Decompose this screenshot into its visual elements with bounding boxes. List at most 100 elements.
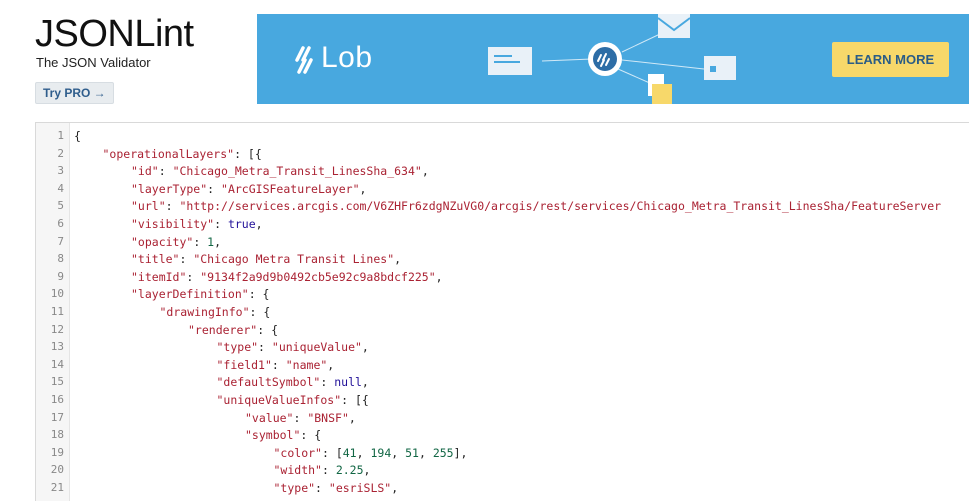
letter-bottom-icon bbox=[648, 74, 672, 104]
code-token: "uniqueValueInfos" bbox=[216, 393, 342, 407]
code-line[interactable]: 15 "defaultSymbol": null, bbox=[36, 373, 969, 391]
code-text: "id": "Chicago_Metra_Transit_LinesSha_63… bbox=[131, 162, 429, 180]
code-token: , bbox=[435, 269, 443, 284]
code-line[interactable]: 7 "opacity": 1, bbox=[36, 233, 969, 251]
code-token: "visibility" bbox=[131, 217, 215, 231]
code-text: "itemId": "9134f2a9d9b0492cb5e92c9a8bdcf… bbox=[131, 268, 443, 286]
code-token: : { bbox=[249, 305, 271, 319]
code-token: "name" bbox=[285, 357, 328, 372]
line-number: 3 bbox=[57, 164, 64, 178]
code-text: "opacity": 1, bbox=[131, 233, 221, 251]
code-token: : { bbox=[300, 428, 322, 443]
code-token: "BNSF" bbox=[307, 410, 349, 425]
code-token: "http://services.arcgis.com/V6ZHFr6zdgNZ… bbox=[179, 199, 942, 214]
line-number: 20 bbox=[50, 463, 64, 477]
code-token: "itemId" bbox=[131, 269, 187, 284]
ad-illustration bbox=[488, 14, 736, 104]
code-line[interactable]: 1{ bbox=[36, 127, 969, 145]
code-text: "width": 2.25, bbox=[274, 461, 371, 479]
learn-more-button[interactable]: LEARN MORE bbox=[832, 42, 949, 77]
code-text: "uniqueValueInfos": [{ bbox=[217, 391, 369, 409]
code-token: , bbox=[363, 463, 371, 478]
code-token: , bbox=[255, 217, 263, 231]
code-token: : bbox=[320, 375, 335, 390]
code-token: , bbox=[391, 445, 406, 460]
code-line[interactable]: 11 "drawingInfo": { bbox=[36, 303, 969, 321]
code-token: , bbox=[421, 164, 429, 179]
code-token: : bbox=[186, 269, 201, 284]
ad-logo-text: Lob bbox=[321, 41, 373, 74]
code-token: "operationalLayers" bbox=[102, 146, 235, 161]
line-number: 1 bbox=[57, 129, 64, 142]
code-line[interactable]: 14 "field1": "name", bbox=[36, 356, 969, 374]
code-token: "ArcGISFeatureLayer" bbox=[221, 181, 360, 196]
code-token: "title" bbox=[131, 252, 180, 267]
code-token: "field1" bbox=[216, 357, 272, 372]
code-text: "field1": "name", bbox=[217, 356, 335, 374]
code-line[interactable]: 19 "color": [41, 194, 51, 255], bbox=[36, 444, 969, 462]
try-pro-button[interactable]: Try PRO → bbox=[35, 82, 114, 104]
code-token: "uniqueValue" bbox=[271, 340, 362, 355]
line-number: 15 bbox=[50, 375, 64, 389]
code-text: "color": [41, 194, 51, 255], bbox=[274, 444, 468, 462]
code-token: 194 bbox=[370, 445, 392, 460]
line-number: 16 bbox=[50, 393, 64, 406]
line-number: 4 bbox=[57, 181, 64, 195]
code-token: true bbox=[227, 217, 256, 231]
json-editor[interactable]: 1{2 "operationalLayers": [{3 "id": "Chicag… bbox=[35, 122, 969, 501]
line-number: 10 bbox=[50, 287, 64, 301]
code-token: : bbox=[179, 252, 194, 267]
code-token: "9134f2a9d9b0492cb5e92c9a8bdcf225" bbox=[200, 269, 436, 284]
code-line[interactable]: 9 "itemId": "9134f2a9d9b0492cb5e92c9a8bdc… bbox=[36, 268, 969, 286]
code-line[interactable]: 18 "symbol": { bbox=[36, 426, 969, 444]
code-text: "symbol": { bbox=[245, 426, 321, 444]
code-token: , bbox=[214, 234, 222, 249]
code-token: , bbox=[391, 481, 399, 495]
line-number: 14 bbox=[50, 357, 64, 371]
code-token: "Chicago_Metra_Transit_LinesSha_634" bbox=[172, 164, 422, 179]
code-line[interactable]: 20 "width": 2.25, bbox=[36, 461, 969, 479]
code-token: : { bbox=[257, 322, 279, 337]
code-line[interactable]: 4 "layerType": "ArcGISFeatureLayer", bbox=[36, 180, 969, 198]
code-line[interactable]: 10 "layerDefinition": { bbox=[36, 285, 969, 303]
code-token: , bbox=[356, 445, 371, 460]
code-token: "layerDefinition" bbox=[131, 287, 249, 302]
code-text: "title": "Chicago Metra Transit Lines", bbox=[131, 250, 401, 268]
code-token: : bbox=[158, 164, 173, 179]
code-line[interactable]: 16 "uniqueValueInfos": [{ bbox=[36, 391, 969, 409]
code-text: "layerType": "ArcGISFeatureLayer", bbox=[131, 180, 366, 198]
code-token: : bbox=[193, 234, 208, 249]
site-title[interactable]: JSONLint bbox=[35, 12, 194, 56]
code-line[interactable]: 2 "operationalLayers": [{ bbox=[36, 145, 969, 163]
envelope-top-icon bbox=[657, 14, 691, 38]
code-token: , bbox=[361, 340, 369, 355]
code-text: "renderer": { bbox=[188, 321, 278, 339]
code-token: "type" bbox=[216, 340, 259, 355]
code-text: "operationalLayers": [{ bbox=[103, 145, 262, 163]
code-line[interactable]: 3 "id": "Chicago_Metra_Transit_LinesSha_6… bbox=[36, 162, 969, 180]
code-token: , bbox=[361, 375, 369, 390]
code-token: { bbox=[74, 129, 81, 143]
code-line[interactable]: 13 "type": "uniqueValue", bbox=[36, 338, 969, 356]
code-line[interactable]: 6 "visibility": true, bbox=[36, 215, 969, 233]
code-line[interactable]: 21 "type": "esriSLS", bbox=[36, 479, 969, 497]
code-text: "type": "esriSLS", bbox=[274, 479, 399, 497]
code-token: null bbox=[334, 375, 362, 390]
code-token: , bbox=[394, 252, 402, 267]
code-line[interactable]: 12 "renderer": { bbox=[36, 321, 969, 339]
code-token: , bbox=[348, 410, 356, 425]
line-number: 2 bbox=[57, 146, 64, 160]
line-number: 6 bbox=[57, 217, 64, 230]
line-number: 19 bbox=[50, 445, 64, 459]
code-line[interactable]: 17 "value": "BNSF", bbox=[36, 409, 969, 427]
code-line[interactable]: 8 "title": "Chicago Metra Transit Lines", bbox=[36, 250, 969, 268]
code-token: "esriSLS" bbox=[328, 481, 392, 495]
ad-banner[interactable]: Lob LEARN MORE bbox=[257, 14, 969, 104]
line-number: 13 bbox=[50, 340, 64, 354]
code-line[interactable]: 5 "url": "http://services.arcgis.com/V6ZH… bbox=[36, 197, 969, 215]
line-number: 18 bbox=[50, 428, 64, 442]
code-token: : bbox=[207, 181, 222, 196]
code-text: { bbox=[74, 127, 81, 145]
code-token: : [{ bbox=[341, 393, 369, 407]
line-number: 8 bbox=[57, 252, 64, 266]
